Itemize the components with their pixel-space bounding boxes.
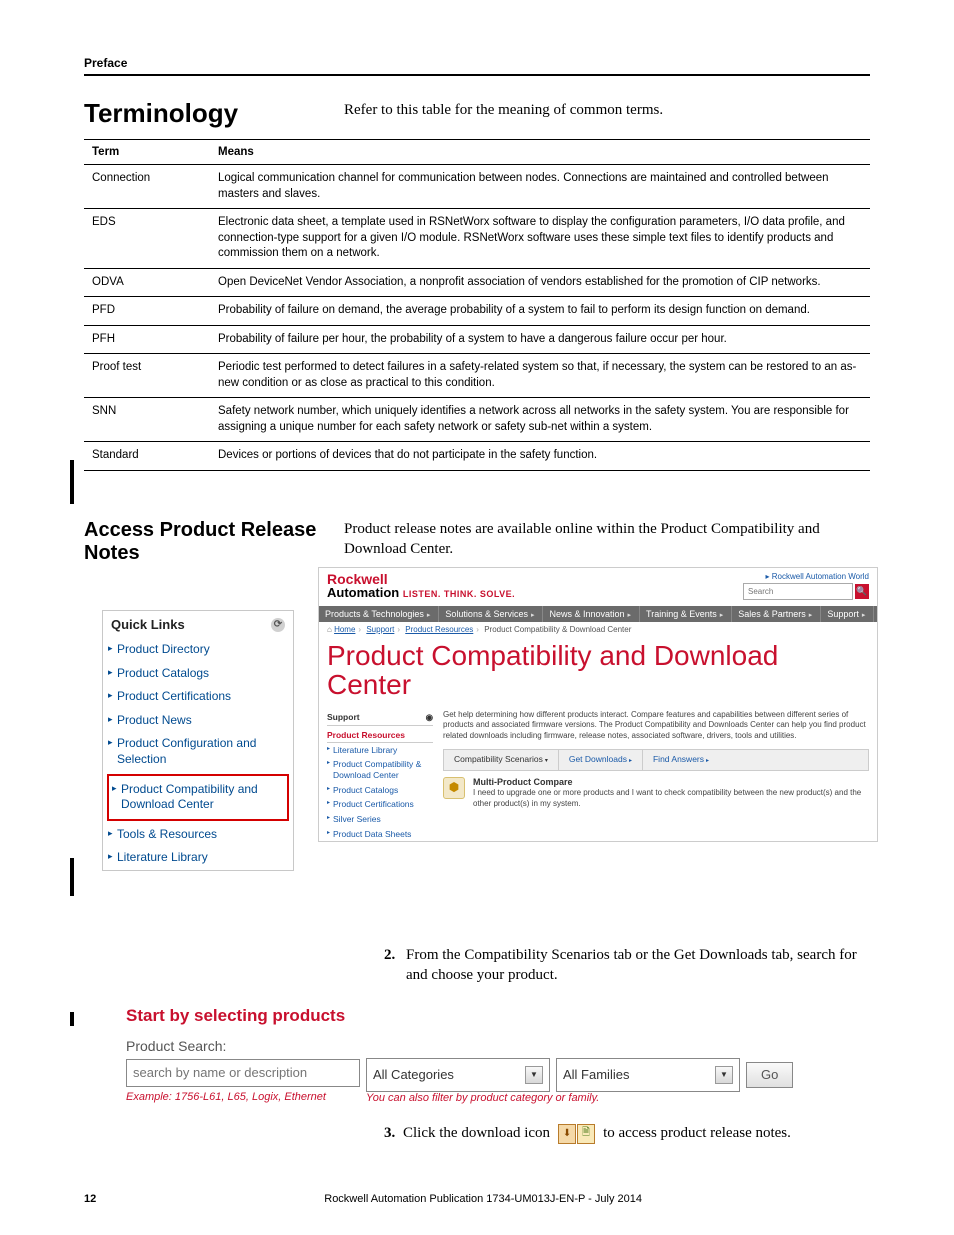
crumb-home[interactable]: Home	[334, 625, 355, 634]
table-row: ConnectionLogical communication channel …	[84, 165, 870, 209]
side-silver[interactable]: Silver Series	[327, 812, 433, 827]
nav-support[interactable]: Support	[821, 606, 874, 622]
search-icon[interactable]: 🔍	[855, 584, 869, 599]
compare-icon: ⬢	[443, 777, 465, 799]
main-nav: Products & Technologies Solutions & Serv…	[319, 606, 877, 622]
rule	[84, 74, 870, 76]
side-nav: Support◉ Product Resources Literature Li…	[327, 710, 433, 841]
ql-product-catalogs[interactable]: Product Catalogs	[103, 662, 293, 686]
ql-product-news[interactable]: Product News	[103, 709, 293, 733]
refresh-icon[interactable]: ⟳	[271, 618, 285, 632]
terminology-table: Term Means ConnectionLogical communicati…	[84, 139, 870, 471]
main-description: Get help determining how different produ…	[443, 710, 869, 741]
rockwell-logo: Rockwell Automation LISTEN. THINK. SOLVE…	[327, 572, 515, 599]
expand-icon[interactable]: ◉	[426, 712, 433, 723]
crumb-support[interactable]: Support	[366, 625, 394, 634]
table-row: SNNSafety network number, which uniquely…	[84, 398, 870, 442]
page-number: 12	[84, 1193, 96, 1205]
table-row: ODVAOpen DeviceNet Vendor Association, a…	[84, 268, 870, 297]
family-select[interactable]: All Families▼	[556, 1058, 740, 1092]
change-bar	[70, 858, 74, 896]
nav-about[interactable]: About	[874, 606, 878, 622]
tab-compatibility[interactable]: Compatibility Scenarios▾	[444, 750, 559, 770]
hero-title: Product Compatibility and Download Cente…	[327, 637, 869, 710]
nav-products[interactable]: Products & Technologies	[319, 606, 439, 622]
th-term: Term	[84, 140, 210, 165]
th-means: Means	[210, 140, 870, 165]
worldwide-link[interactable]: ▸ Rockwell Automation World	[743, 572, 869, 581]
nav-news[interactable]: News & Innovation	[543, 606, 640, 622]
table-row: PFDProbability of failure on demand, the…	[84, 297, 870, 326]
go-button[interactable]: Go	[746, 1062, 793, 1088]
dropdown-icon: ▼	[715, 1066, 733, 1084]
side-certs[interactable]: Product Certifications	[327, 797, 433, 812]
change-bar	[70, 460, 74, 504]
table-row: EDSElectronic data sheet, a template use…	[84, 209, 870, 269]
tab-downloads[interactable]: Get Downloads▸	[559, 750, 643, 770]
home-icon[interactable]: ⌂	[327, 625, 332, 634]
side-literature[interactable]: Literature Library	[327, 743, 433, 758]
filter-hint: You can also filter by product category …	[366, 1092, 793, 1104]
dropdown-icon: ▼	[525, 1066, 543, 1084]
side-subhead: Product Resources	[327, 726, 433, 743]
tab-find-answers[interactable]: Find Answers▸	[643, 750, 719, 770]
ql-pcdc-highlight[interactable]: Product Compatibility and Download Cente…	[107, 774, 289, 821]
crumb-product-resources[interactable]: Product Resources	[405, 625, 473, 634]
side-datasheets[interactable]: Product Data Sheets	[327, 827, 433, 842]
compare-desc: I need to upgrade one or more products a…	[473, 788, 869, 809]
access-intro: Product release notes are available onli…	[344, 519, 870, 560]
side-catalogs[interactable]: Product Catalogs	[327, 783, 433, 798]
step-2: 2. From the Compatibility Scenarios tab …	[384, 945, 870, 986]
ql-literature-library[interactable]: Literature Library	[103, 846, 293, 870]
section-title-access: Access Product Release Notes	[84, 519, 344, 565]
nav-solutions[interactable]: Solutions & Services	[439, 606, 543, 622]
section-title-terminology: Terminology	[84, 98, 344, 129]
crumb-current: Product Compatibility & Download Center	[484, 625, 631, 634]
ql-tools-resources[interactable]: Tools & Resources	[103, 823, 293, 847]
quick-links-panel: Quick Links ⟳ Product Directory Product …	[102, 610, 294, 871]
table-row: Proof testPeriodic test performed to det…	[84, 354, 870, 398]
section-intro: Refer to this table for the meaning of c…	[344, 98, 663, 119]
product-search-label: Product Search:	[126, 1038, 870, 1054]
breadcrumb: ⌂ Home› Support› Product Resources› Prod…	[319, 622, 877, 637]
site-search-input[interactable]	[743, 583, 853, 600]
change-bar	[70, 1012, 74, 1026]
running-head: Preface	[84, 56, 870, 70]
ql-product-config[interactable]: Product Configuration and Selection	[103, 732, 293, 771]
publication-id: Rockwell Automation Publication 1734-UM0…	[96, 1193, 870, 1205]
ql-product-certifications[interactable]: Product Certifications	[103, 685, 293, 709]
search-example: Example: 1756-L61, L65, Logix, Ethernet	[126, 1091, 360, 1103]
product-search-screenshot: Start by selecting products Product Sear…	[126, 1006, 870, 1104]
page-footer: 12 Rockwell Automation Publication 1734-…	[84, 1193, 870, 1205]
category-select[interactable]: All Categories▼	[366, 1058, 550, 1092]
table-row: StandardDevices or portions of devices t…	[84, 442, 870, 471]
download-icon: ⬇🗎	[558, 1124, 595, 1144]
tab-bar: Compatibility Scenarios▾ Get Downloads▸ …	[443, 749, 869, 771]
nav-training[interactable]: Training & Events	[640, 606, 732, 622]
table-row: PFHProbability of failure per hour, the …	[84, 325, 870, 354]
quick-links-title: Quick Links	[111, 617, 185, 632]
pcdc-screenshot: Rockwell Automation LISTEN. THINK. SOLVE…	[318, 567, 878, 842]
step-3: 3. Click the download icon ⬇🗎 to access …	[384, 1124, 870, 1144]
start-title: Start by selecting products	[126, 1006, 870, 1026]
ql-product-directory[interactable]: Product Directory	[103, 638, 293, 662]
compare-title: Multi-Product Compare	[473, 777, 869, 789]
side-pcdc[interactable]: Product Compatibility & Download Center	[327, 757, 433, 782]
product-search-input[interactable]	[126, 1059, 360, 1087]
nav-sales[interactable]: Sales & Partners	[732, 606, 821, 622]
